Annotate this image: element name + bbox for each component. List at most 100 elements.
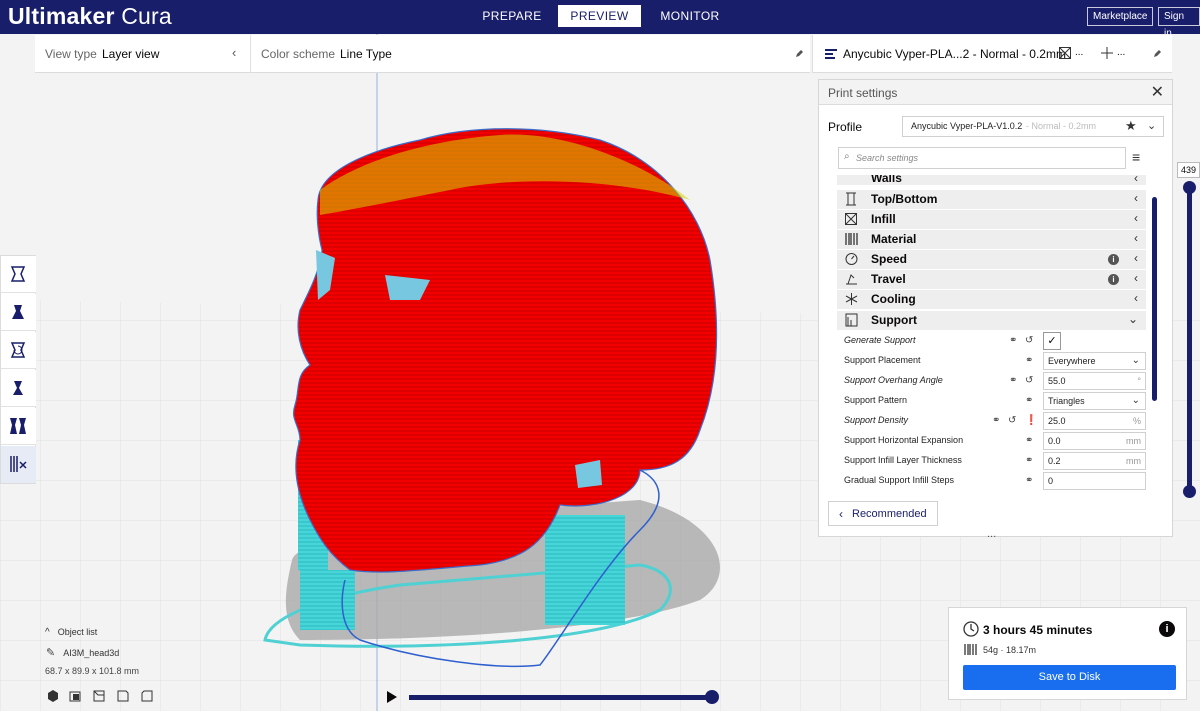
chevron-up-icon: ^ bbox=[45, 627, 50, 638]
support-placement-select[interactable]: Everywhere ⌄ bbox=[1043, 352, 1146, 370]
panel-resize-handle[interactable]: ... bbox=[987, 528, 996, 540]
chevron-down-icon: ⌄ bbox=[1131, 355, 1140, 366]
setting-support-overhang-angle: Support Overhang Angle ⚭ ↺ 55.0 ° bbox=[837, 371, 1146, 391]
save-to-disk-button[interactable]: Save to Disk bbox=[963, 665, 1176, 690]
per-model-settings-tool[interactable] bbox=[1, 408, 36, 445]
setting-label: Support Infill Layer Thickness bbox=[844, 455, 962, 465]
stage-tab-prepare[interactable]: PREPARE bbox=[470, 5, 554, 27]
reset-icon[interactable]: ↺ bbox=[1008, 415, 1016, 426]
settings-scrollbar[interactable] bbox=[1152, 197, 1157, 401]
star-icon[interactable]: ★ bbox=[1125, 118, 1137, 134]
support-density-input[interactable]: 25.0% bbox=[1043, 412, 1146, 430]
support-horizontal-expansion-input[interactable]: 0.0 mm bbox=[1043, 432, 1146, 450]
sign-in-button[interactable]: Sign in bbox=[1158, 7, 1200, 39]
category-top-bottom[interactable]: Top/Bottom ‹ bbox=[837, 190, 1146, 209]
category-speed[interactable]: Speed i ‹ bbox=[837, 250, 1146, 269]
reset-icon[interactable]: ↺ bbox=[1025, 375, 1033, 386]
move-tool[interactable] bbox=[1, 256, 36, 293]
category-cooling[interactable]: Cooling ‹ bbox=[837, 290, 1146, 309]
info-icon[interactable]: i bbox=[1108, 254, 1119, 265]
category-label: Cooling bbox=[871, 292, 916, 306]
playback-slider-handle[interactable] bbox=[705, 690, 719, 704]
chevron-left-icon: ‹ bbox=[1134, 175, 1138, 185]
setting-support-density: Support Density ⚭ ↺ ❗ 25.0% bbox=[837, 411, 1146, 431]
application-header: Ultimaker Cura PREPARE PREVIEW MONITOR M… bbox=[0, 0, 1200, 39]
category-walls[interactable]: Walls ‹ bbox=[837, 175, 1146, 185]
support-icon bbox=[1101, 47, 1113, 59]
setting-gradual-support-infill-steps: Gradual Support Infill Steps ⚭ 0 bbox=[837, 471, 1146, 491]
scale-tool[interactable] bbox=[1, 294, 36, 331]
category-travel[interactable]: Travel i ‹ bbox=[837, 270, 1146, 289]
link-icon: ⚭ bbox=[1025, 435, 1034, 446]
printer-settings-summary[interactable]: Anycubic Vyper-PLA...2 - Normal - 0.2mm … bbox=[812, 35, 1172, 73]
category-material[interactable]: Material ‹ bbox=[837, 230, 1146, 249]
layer-slider-top-handle[interactable] bbox=[1183, 181, 1196, 194]
marketplace-button[interactable]: Marketplace bbox=[1087, 7, 1154, 26]
top-view-icon[interactable] bbox=[93, 690, 105, 702]
view-type-selector[interactable]: View type Layer view ‹ bbox=[35, 35, 250, 73]
camera-view-icons bbox=[48, 690, 153, 702]
setting-support-horizontal-expansion: Support Horizontal Expansion ⚭ 0.0 mm bbox=[837, 431, 1146, 451]
support-infill-layer-thickness-input[interactable]: 0.2 mm bbox=[1043, 452, 1146, 470]
playback-slider-track[interactable] bbox=[409, 695, 712, 700]
layer-number-input[interactable]: 439 bbox=[1177, 162, 1200, 178]
mirror-icon bbox=[13, 381, 23, 395]
mirror-tool[interactable] bbox=[1, 370, 36, 407]
support-blocker-icon bbox=[10, 456, 27, 472]
layer-slider-bottom-handle[interactable] bbox=[1183, 485, 1196, 498]
info-icon[interactable]: i bbox=[1159, 621, 1175, 637]
color-scheme-label: Color scheme bbox=[261, 47, 336, 61]
gradual-support-infill-steps-input[interactable]: 0 bbox=[1043, 472, 1146, 490]
move-icon bbox=[10, 266, 26, 282]
layer-slider-track[interactable] bbox=[1187, 188, 1192, 493]
logo-bold: Ultimaker bbox=[8, 3, 115, 29]
input-value: 0 bbox=[1048, 476, 1054, 486]
pencil-icon bbox=[1154, 50, 1161, 57]
profile-label: Profile bbox=[828, 120, 863, 134]
camera-view-buttons bbox=[46, 689, 166, 706]
support-pattern-select[interactable]: Triangles ⌄ bbox=[1043, 392, 1146, 410]
category-label: Top/Bottom bbox=[871, 192, 938, 206]
logo-light: Cura bbox=[114, 3, 172, 29]
chevron-left-icon: ‹ bbox=[1134, 291, 1138, 305]
category-support[interactable]: Support ⌄ bbox=[837, 311, 1146, 330]
chevron-left-icon: ‹ bbox=[839, 507, 843, 521]
material-icon bbox=[845, 233, 858, 245]
app-logo: Ultimaker Cura bbox=[8, 3, 172, 30]
stage-tab-preview[interactable]: PREVIEW bbox=[558, 5, 641, 27]
reset-icon[interactable]: ↺ bbox=[1025, 335, 1033, 346]
unit-label: mm bbox=[1126, 436, 1141, 446]
search-settings-input[interactable]: ⌕ Search settings bbox=[838, 147, 1126, 169]
chevron-down-icon: ⌄ bbox=[1131, 395, 1140, 406]
support-blocker-tool[interactable] bbox=[1, 446, 36, 483]
recommended-button[interactable]: ‹ Recommended bbox=[828, 501, 938, 526]
input-value: 55.0 bbox=[1048, 376, 1066, 386]
front-view-icon[interactable] bbox=[69, 691, 81, 702]
info-icon[interactable]: i bbox=[1108, 274, 1119, 285]
right-view-icon[interactable] bbox=[141, 690, 153, 702]
material-usage: 54g · 18.17m bbox=[983, 645, 1037, 655]
category-infill[interactable]: Infill ‹ bbox=[837, 210, 1146, 229]
left-toolbar bbox=[0, 255, 36, 484]
rotate-tool[interactable] bbox=[1, 332, 36, 369]
generate-support-checkbox[interactable]: ✓ bbox=[1043, 332, 1061, 350]
color-scheme-value: Line Type bbox=[340, 47, 392, 61]
infill-summary: ... bbox=[1075, 47, 1084, 58]
warning-icon: ❗ bbox=[1025, 415, 1038, 426]
support-overhang-angle-input[interactable]: 55.0 ° bbox=[1043, 372, 1146, 390]
panel-title: Print settings bbox=[828, 86, 898, 100]
close-icon[interactable]: ✕ bbox=[1151, 82, 1164, 102]
left-view-icon[interactable] bbox=[117, 690, 129, 702]
3d-view-icon[interactable] bbox=[48, 690, 58, 702]
chevron-left-icon: ‹ bbox=[1134, 231, 1138, 245]
category-label: Material bbox=[871, 232, 917, 246]
settings-menu-icon[interactable]: ≡ bbox=[1132, 149, 1140, 165]
profile-selector[interactable]: Anycubic Vyper-PLA-V1.0.2 - Normal - 0.2… bbox=[902, 116, 1164, 137]
infill-icon bbox=[1059, 47, 1071, 59]
object-list-toggle[interactable]: ^ Object list bbox=[45, 624, 97, 638]
pencil-icon[interactable]: ✎ bbox=[46, 647, 55, 659]
play-icon[interactable] bbox=[386, 690, 398, 704]
stage-tab-monitor[interactable]: MONITOR bbox=[648, 5, 732, 27]
category-label: Speed bbox=[871, 252, 908, 266]
color-scheme-selector[interactable]: Color scheme Line Type bbox=[250, 35, 810, 73]
